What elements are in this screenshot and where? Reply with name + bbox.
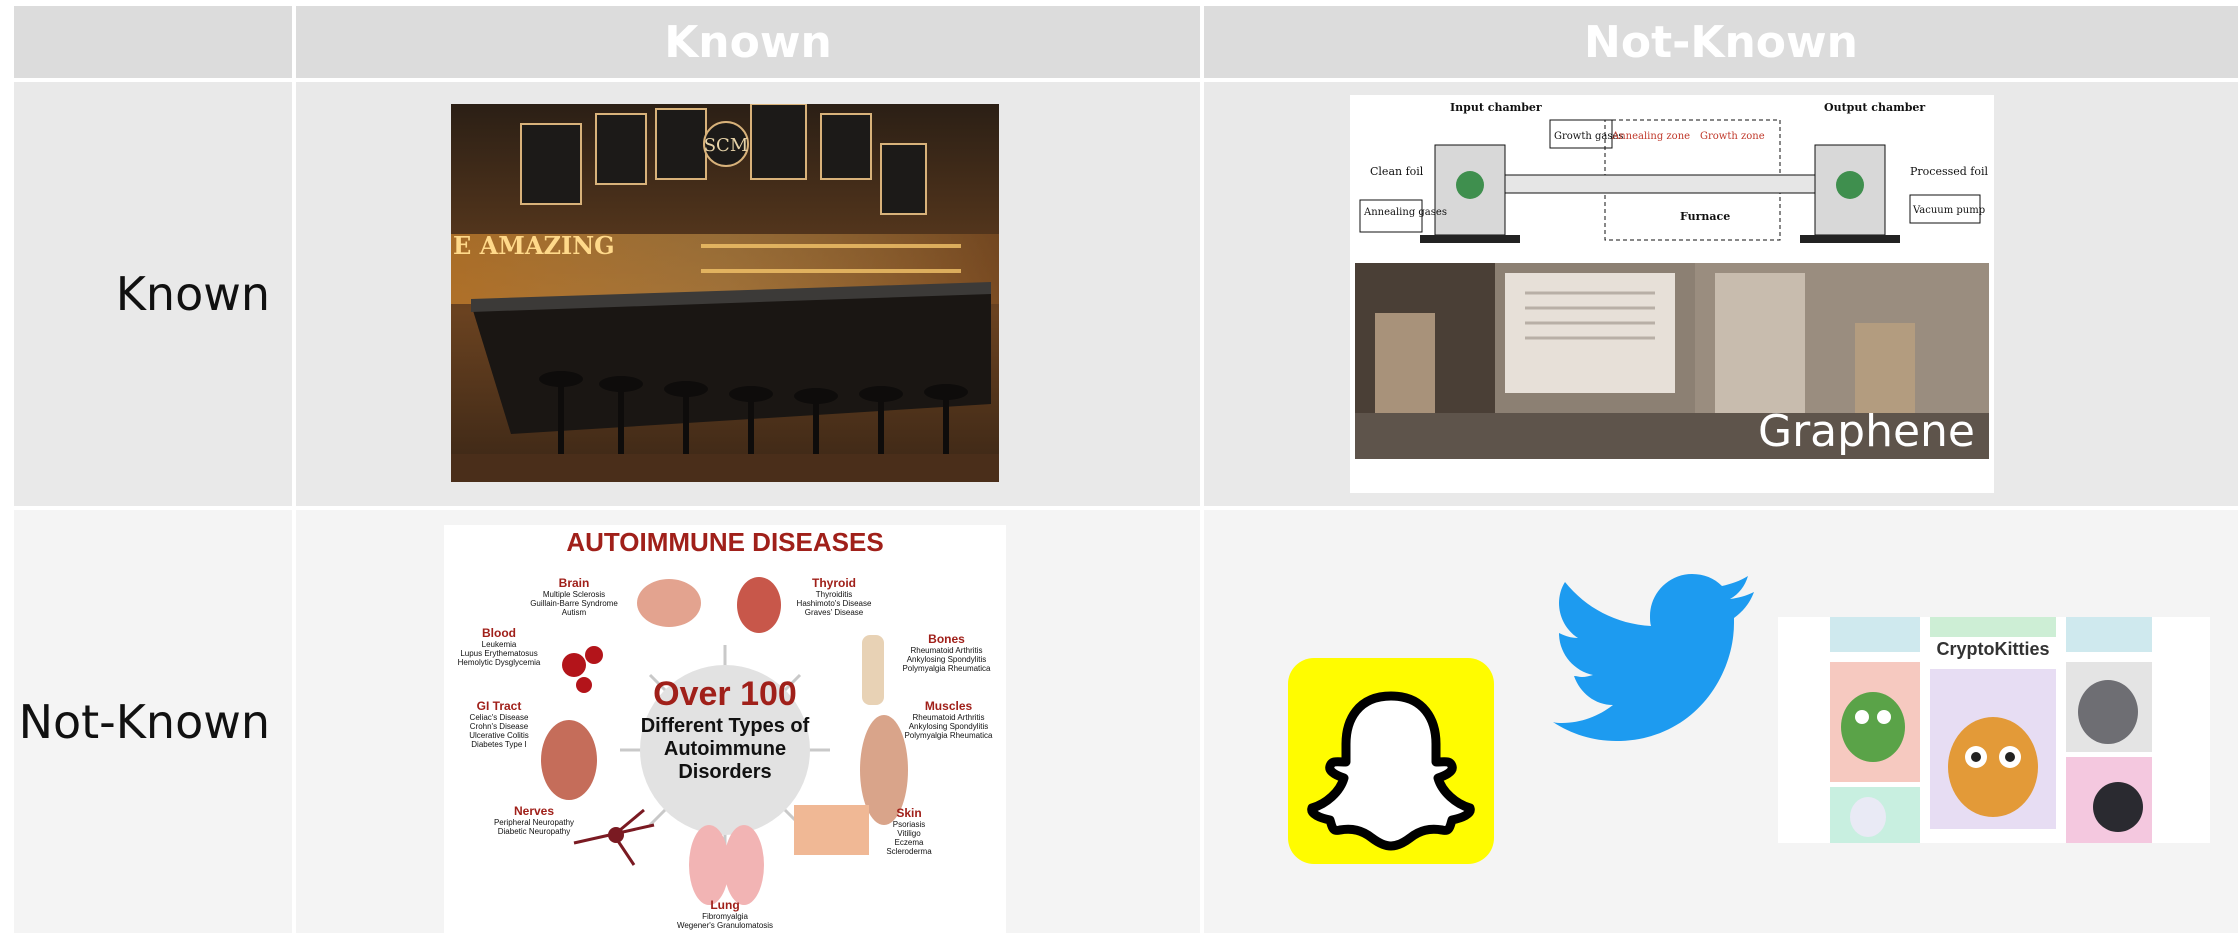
group-lung: Lung Fibromyalgia Wegener's Granulomatos… bbox=[676, 898, 774, 931]
svg-text:E AMAZING: E AMAZING bbox=[453, 231, 615, 260]
ghost-icon bbox=[1307, 691, 1475, 851]
header-corner bbox=[14, 6, 292, 78]
graphene-caption: Graphene bbox=[1758, 406, 1975, 457]
snapchat-logo bbox=[1288, 658, 1494, 864]
row-label-known: Known bbox=[14, 82, 292, 506]
restaurant-bar-photo: SCM E AMAZING bbox=[451, 104, 999, 482]
svg-text:Furnace: Furnace bbox=[1680, 210, 1730, 223]
svg-text:Growth zone: Growth zone bbox=[1700, 131, 1765, 142]
group-gi-tract: GI Tract Celiac's Disease Crohn's Diseas… bbox=[469, 699, 529, 750]
svg-text:Vacuum pump: Vacuum pump bbox=[1912, 205, 1985, 216]
furnace-schematic: Input chamber Output chamber Clean foil … bbox=[1359, 101, 1989, 243]
furnace-lab-photo: Graphene bbox=[1355, 263, 1989, 459]
cell-not-known-known: AUTOIMMUNE DISEASES Over 100 Different T… bbox=[296, 510, 1200, 933]
svg-text:Clean foil: Clean foil bbox=[1370, 165, 1424, 178]
group-muscles: Muscles Rheumatoid Arthritis Ankylosing … bbox=[904, 699, 993, 741]
group-bones: Bones Rheumatoid Arthritis Ankylosing Sp… bbox=[902, 632, 991, 674]
brain-icon bbox=[637, 579, 701, 627]
group-blood: Blood Leukemia Lupus Erythematosus Hemol… bbox=[457, 626, 541, 668]
row-label-not-known: Not-Known bbox=[14, 510, 292, 933]
lung-icon bbox=[689, 825, 729, 905]
center-line-3: Disorders bbox=[678, 761, 772, 783]
group-thyroid: Thyroid Thyroiditis Hashimoto's Disease … bbox=[796, 576, 872, 618]
group-nerves: Nerves Peripheral Neuropathy Diabetic Ne… bbox=[493, 804, 575, 837]
cryptokitties-image: CryptoKitties bbox=[1778, 617, 2210, 843]
svg-text:Output chamber: Output chamber bbox=[1824, 101, 1925, 114]
cell-not-known-not-known: CryptoKitties bbox=[1204, 510, 2238, 933]
cell-known-not-known: Input chamber Output chamber Clean foil … bbox=[1204, 82, 2238, 506]
cell-known-known: SCM E AMAZING bbox=[296, 82, 1200, 506]
twitter-bird-logo bbox=[1544, 568, 1764, 754]
group-skin: Skin Psoriasis Vitiligo Eczema Scleroder… bbox=[886, 806, 932, 857]
autoimmune-infographic: AUTOIMMUNE DISEASES Over 100 Different T… bbox=[444, 525, 1006, 933]
twitter-bird-icon bbox=[1553, 574, 1754, 741]
svg-text:Annealing gases: Annealing gases bbox=[1363, 207, 1447, 218]
thyroid-icon bbox=[737, 577, 781, 633]
skin-icon bbox=[794, 805, 869, 855]
svg-text:Input chamber: Input chamber bbox=[1450, 101, 1542, 114]
svg-text:SCM: SCM bbox=[704, 135, 749, 156]
graphene-furnace-figure: Input chamber Output chamber Clean foil … bbox=[1350, 95, 1994, 493]
svg-text:Processed foil: Processed foil bbox=[1910, 165, 1989, 178]
cryptokitties-title: CryptoKitties bbox=[1936, 639, 2050, 659]
col-header-known: Known bbox=[296, 6, 1200, 78]
svg-text:Annealing zone: Annealing zone bbox=[1611, 131, 1690, 142]
group-brain: Brain Multiple Sclerosis Guillain-Barre … bbox=[530, 576, 618, 618]
col-header-not-known: Not-Known bbox=[1204, 6, 2238, 78]
